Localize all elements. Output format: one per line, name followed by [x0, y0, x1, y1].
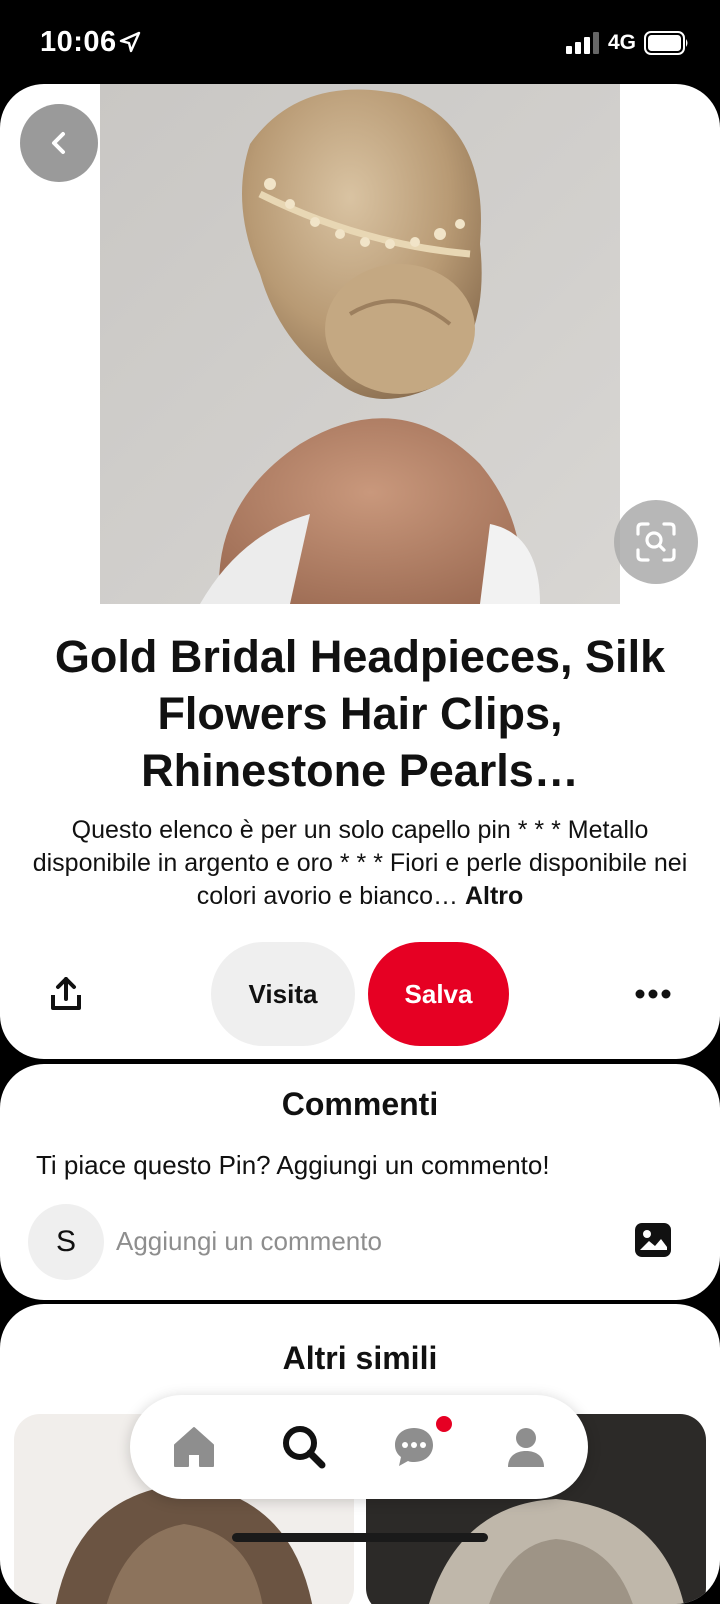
home-icon [174, 1427, 214, 1467]
chevron-left-icon [52, 132, 65, 154]
battery-icon [644, 31, 688, 55]
more-link[interactable]: Altro [465, 882, 523, 910]
avatar[interactable]: S [28, 1204, 104, 1280]
cellular-signal-icon [566, 32, 599, 54]
share-button[interactable] [44, 972, 88, 1016]
pin-card: Gold Bridal Headpieces, Silk Flowers Hai… [0, 84, 720, 1059]
nav-profile[interactable] [500, 1421, 552, 1473]
profile-icon [508, 1428, 544, 1467]
search-icon [283, 1426, 326, 1469]
comments-title: Commenti [281, 1086, 439, 1122]
nav-search[interactable] [278, 1421, 330, 1473]
pin-description: Questo elenco è per un solo capello pin … [30, 814, 690, 913]
bottom-navigation [130, 1395, 588, 1499]
share-icon [51, 977, 81, 1010]
save-button[interactable]: Salva [368, 942, 509, 1046]
nav-messages[interactable] [388, 1421, 440, 1473]
image-icon[interactable] [634, 1222, 672, 1258]
ellipsis-icon [635, 989, 671, 999]
comment-input[interactable] [116, 1216, 596, 1266]
visual-search-button[interactable] [614, 500, 698, 584]
location-arrow-icon [119, 31, 141, 53]
pin-title: Gold Bridal Headpieces, Silk Flowers Hai… [54, 631, 666, 796]
more-options-button[interactable] [630, 976, 676, 1012]
visual-search-icon [636, 522, 676, 562]
status-time: 10:06 [40, 26, 117, 58]
notification-dot [434, 1414, 454, 1434]
comments-card: Commenti Ti piace questo Pin? Aggiungi u… [0, 1064, 720, 1300]
back-button[interactable] [20, 104, 98, 182]
pin-description-text: Questo elenco è per un solo capello pin … [32, 816, 688, 910]
comments-prompt: Ti piace questo Pin? Aggiungi un comment… [36, 1150, 550, 1180]
pin-image[interactable] [100, 84, 620, 604]
network-type: 4G [608, 31, 637, 54]
home-indicator [232, 1533, 488, 1542]
visit-button[interactable]: Visita [211, 942, 355, 1046]
more-like-this-title: Altri simili [282, 1340, 438, 1376]
pin-photo [100, 84, 620, 604]
messages-icon [395, 1428, 433, 1466]
nav-home[interactable] [168, 1421, 220, 1473]
status-bar: 10:06 4G [0, 0, 720, 84]
